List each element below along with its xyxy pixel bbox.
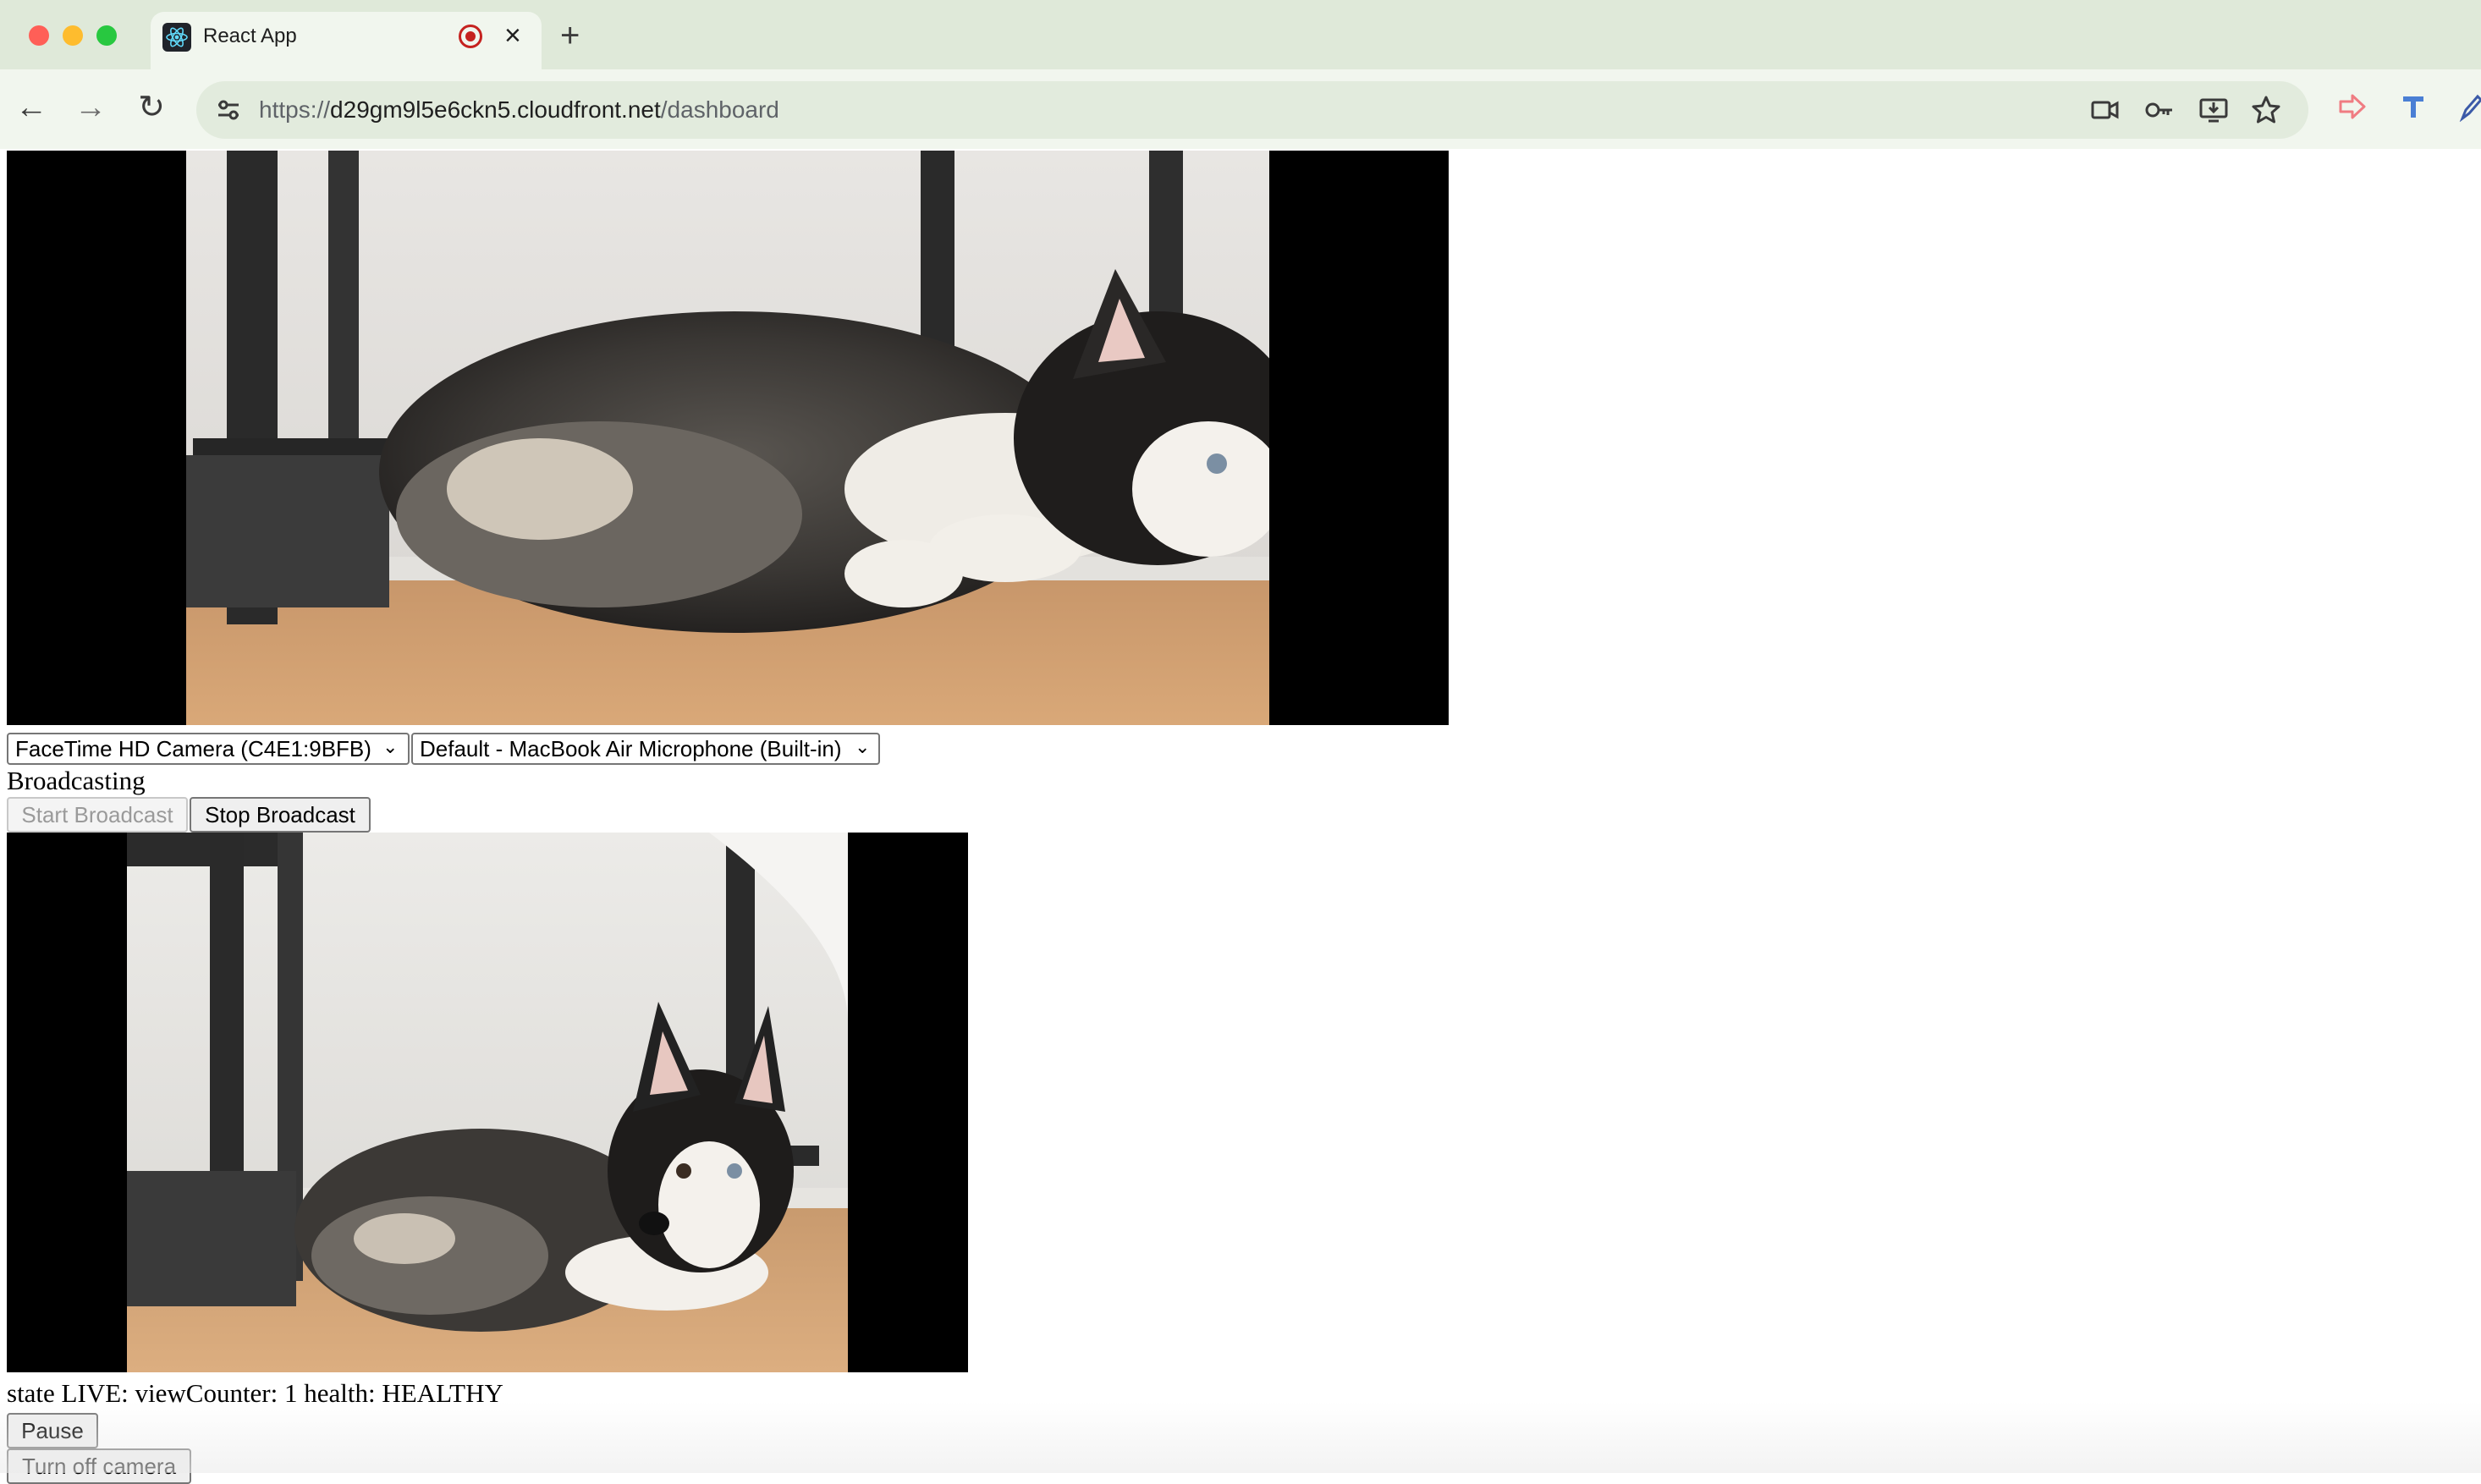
browser-chrome: React App × + ← → ↻ https://d29gm9l5e6ck… bbox=[0, 0, 2481, 149]
husky-lying-video-frame bbox=[7, 151, 1449, 725]
react-logo-icon bbox=[162, 23, 191, 52]
close-window-button[interactable] bbox=[29, 25, 49, 46]
camera-in-use-icon[interactable] bbox=[2090, 95, 2121, 125]
address-bar[interactable]: https://d29gm9l5e6ckn5.cloudfront.net/da… bbox=[196, 81, 2308, 139]
minimize-window-button[interactable] bbox=[63, 25, 83, 46]
close-tab-icon[interactable]: × bbox=[504, 19, 521, 52]
microphone-select[interactable]: Default - MacBook Air Microphone (Built-… bbox=[411, 733, 880, 765]
site-settings-icon[interactable] bbox=[215, 96, 242, 124]
bottom-fade bbox=[0, 1401, 2481, 1473]
url-text[interactable]: https://d29gm9l5e6ckn5.cloudfront.net/da… bbox=[259, 95, 779, 125]
password-key-icon[interactable] bbox=[2144, 95, 2175, 125]
extension-t-icon[interactable] bbox=[2398, 91, 2429, 129]
live-stream-player[interactable] bbox=[7, 833, 968, 1372]
url-protocol: https:// bbox=[259, 96, 331, 123]
tab-title: React App bbox=[203, 25, 297, 47]
install-app-icon[interactable] bbox=[2198, 95, 2229, 125]
back-button[interactable]: ← bbox=[10, 86, 52, 129]
url-path: /dashboard bbox=[660, 96, 779, 123]
stream-status-line: state LIVE: viewCounter: 1 health: HEALT… bbox=[7, 1378, 503, 1408]
broadcast-status: Broadcasting bbox=[7, 766, 146, 795]
start-broadcast-button[interactable]: Start Broadcast bbox=[7, 797, 188, 833]
local-camera-preview bbox=[7, 151, 1449, 725]
turn-off-camera-button[interactable]: Turn off camera bbox=[7, 1448, 191, 1484]
camera-select[interactable]: FaceTime HD Camera (C4E1:9BFB) bbox=[7, 733, 410, 765]
extension-pen-icon[interactable] bbox=[2459, 91, 2481, 129]
browser-tab[interactable]: React App × bbox=[151, 12, 542, 69]
bookmark-star-icon[interactable] bbox=[2251, 95, 2281, 125]
reload-button[interactable]: ↻ bbox=[130, 86, 173, 129]
url-host: d29gm9l5e6ckn5.cloudfront.net bbox=[330, 96, 661, 123]
dashboard-page: FaceTime HD Camera (C4E1:9BFB) ⌄ Default… bbox=[0, 149, 2481, 1484]
zoom-window-button[interactable] bbox=[96, 25, 117, 46]
new-tab-button[interactable]: + bbox=[560, 15, 580, 56]
pause-button[interactable]: Pause bbox=[7, 1413, 98, 1448]
husky-curled-video-frame bbox=[7, 833, 968, 1372]
stop-broadcast-button[interactable]: Stop Broadcast bbox=[190, 797, 371, 833]
forward-button[interactable]: → bbox=[69, 86, 112, 129]
browser-toolbar: ← → ↻ https://d29gm9l5e6ckn5.cloudfront.… bbox=[0, 69, 2481, 149]
extension-arrow-icon[interactable] bbox=[2337, 91, 2368, 129]
recording-indicator-icon bbox=[459, 25, 482, 48]
